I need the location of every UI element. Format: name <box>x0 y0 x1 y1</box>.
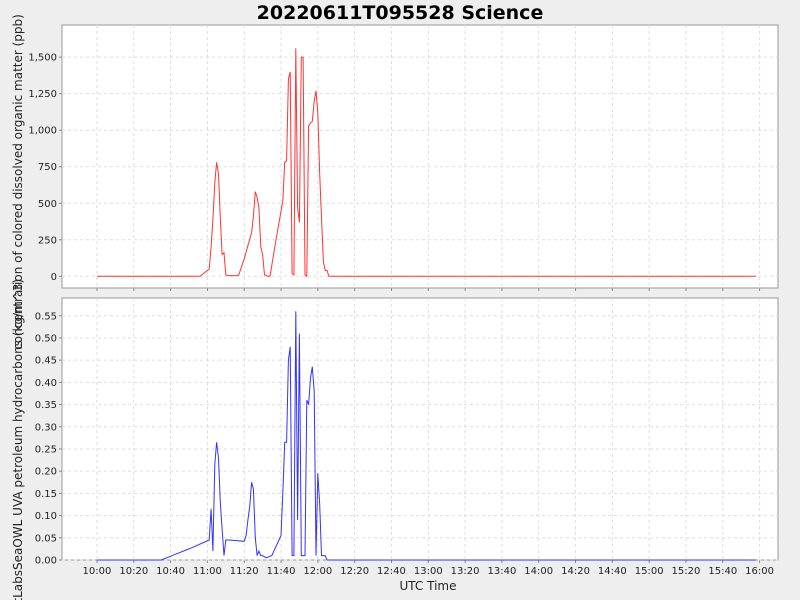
top-y-ticks: 0 250 500 750 1,000 1,250 1,500 <box>28 53 62 283</box>
x-tick-label: 12:00 <box>303 566 332 577</box>
bottom-y-tick-label: 0.40 <box>35 378 57 389</box>
x-tick-label: 11:20 <box>230 566 259 577</box>
x-axis-label: UTC Time <box>400 579 457 593</box>
x-tick-label: 12:20 <box>340 566 369 577</box>
bottom-y-tick-label: 0.15 <box>35 489 57 500</box>
top-y-tick-label: 0 <box>51 272 57 283</box>
top-plot-area <box>61 24 779 289</box>
bottom-y-tick-label: 0.00 <box>35 556 57 567</box>
bottom-y-ticks: 0.00 0.05 0.10 0.15 0.20 0.25 0.30 0.35 0.40 0.45… <box>35 311 62 567</box>
bottom-y-tick-label: 0.30 <box>35 422 57 433</box>
x-tick-label: 11:40 <box>267 566 296 577</box>
x-tick-label: 14:40 <box>598 566 627 577</box>
x-tick-label: 14:00 <box>524 566 553 577</box>
chart-canvas: 20220611T095528 Science 0 250 500 750 1,000 1… <box>11 2 779 600</box>
x-tick-label: 13:20 <box>451 566 480 577</box>
bottom-y-tick-label: 0.50 <box>35 333 57 344</box>
x-tick-label: 16:00 <box>745 566 774 577</box>
bottom-y-axis-label: WetLabsSeaOWL UVA petroleum hydrocarbons… <box>11 279 25 600</box>
x-ticks: 10:00 10:20 10:40 11:00 11:20 11:40 12:00 12:20… <box>83 566 774 577</box>
bottom-y-tick-label: 0.10 <box>35 511 57 522</box>
x-tick-label: 10:40 <box>156 566 185 577</box>
bottom-y-tick-label: 0.05 <box>35 533 57 544</box>
x-tick-label: 15:00 <box>635 566 664 577</box>
top-y-tick-label: 1,000 <box>28 126 57 137</box>
bottom-plot-area <box>61 297 779 561</box>
bottom-y-tick-label: 0.25 <box>35 444 57 455</box>
x-tick-label: 10:00 <box>83 566 112 577</box>
top-y-tick-label: 750 <box>38 162 57 173</box>
x-tick-label: 10:20 <box>119 566 148 577</box>
x-tick-label: 11:00 <box>193 566 222 577</box>
x-tick-label: 15:40 <box>708 566 737 577</box>
bottom-y-tick-label: 0.45 <box>35 356 57 367</box>
top-y-tick-label: 250 <box>38 235 57 246</box>
chart-title: 20220611T095528 Science <box>257 2 544 24</box>
bottom-y-tick-label: 0.35 <box>35 400 57 411</box>
top-y-tick-label: 1,250 <box>28 89 57 100</box>
top-y-tick-label: 500 <box>38 199 57 210</box>
x-tick-label: 13:40 <box>487 566 516 577</box>
x-tick-label: 13:00 <box>414 566 443 577</box>
bottom-y-tick-label: 0.20 <box>35 467 57 478</box>
x-tick-label: 15:20 <box>672 566 701 577</box>
top-y-tick-label: 1,500 <box>28 53 57 64</box>
x-tick-label: 12:40 <box>377 566 406 577</box>
bottom-panel: 0.00 0.05 0.10 0.15 0.20 0.25 0.30 0.35 0.40 0.45… <box>11 279 779 600</box>
x-tick-label: 14:20 <box>561 566 590 577</box>
bottom-y-tick-label: 0.55 <box>35 311 57 322</box>
